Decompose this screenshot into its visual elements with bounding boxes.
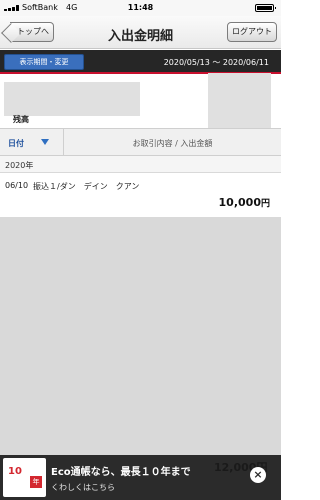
- change-period-button[interactable]: 表示期間・変更: [4, 54, 84, 70]
- period-range: 2020/05/13 ～ 2020/06/11: [163, 58, 269, 67]
- transaction-currency: 円: [260, 199, 270, 209]
- sort-down-arrow-icon: [41, 139, 49, 145]
- transaction-description: 振込１/ダン デイン クアン: [33, 182, 140, 191]
- transaction-row[interactable]: 06/10 振込１/ダン デイン クアン 10,000円: [0, 173, 281, 218]
- status-bar: SoftBank 4G 11:48: [0, 0, 281, 16]
- balance-label: 残高: [13, 115, 29, 124]
- transaction-amount: 10,000円: [219, 196, 270, 209]
- passbook-thumbnail-icon: 10 年: [3, 458, 46, 497]
- battery-icon: [255, 4, 276, 12]
- ad-thumb-number: 10: [8, 466, 22, 477]
- empty-list-area: [0, 218, 281, 455]
- redacted-account-name: [4, 82, 140, 116]
- date-sort-toggle[interactable]: 日付: [0, 129, 64, 155]
- ad-details-link[interactable]: くわしくはこちら: [51, 482, 115, 493]
- logout-button[interactable]: ログアウト: [227, 22, 277, 42]
- year-group-header: 2020年: [0, 156, 281, 173]
- detail-column-header: お取引内容 / 入出金額: [132, 139, 213, 148]
- list-header: 日付 お取引内容 / 入出金額: [0, 128, 281, 156]
- ad-thumb-unit: 年: [30, 476, 42, 488]
- close-icon[interactable]: ×: [250, 467, 266, 483]
- account-summary: 残高: [0, 73, 281, 137]
- clock: 11:48: [127, 3, 154, 12]
- ad-banner[interactable]: 12,000円 10 年 Eco通帳なら、最長１０年まで くわしくはこちら: [0, 455, 281, 500]
- ad-headline: Eco通帳なら、最長１０年まで: [51, 467, 191, 478]
- date-sort-label: 日付: [8, 139, 24, 148]
- transaction-date: 06/10: [5, 181, 29, 190]
- transaction-amount-value: 10,000: [218, 196, 261, 209]
- navigation-bar: トップへ 入出金明細 ログアウト: [0, 16, 281, 49]
- period-bar: 表示期間・変更 2020/05/13 ～ 2020/06/11: [0, 50, 281, 74]
